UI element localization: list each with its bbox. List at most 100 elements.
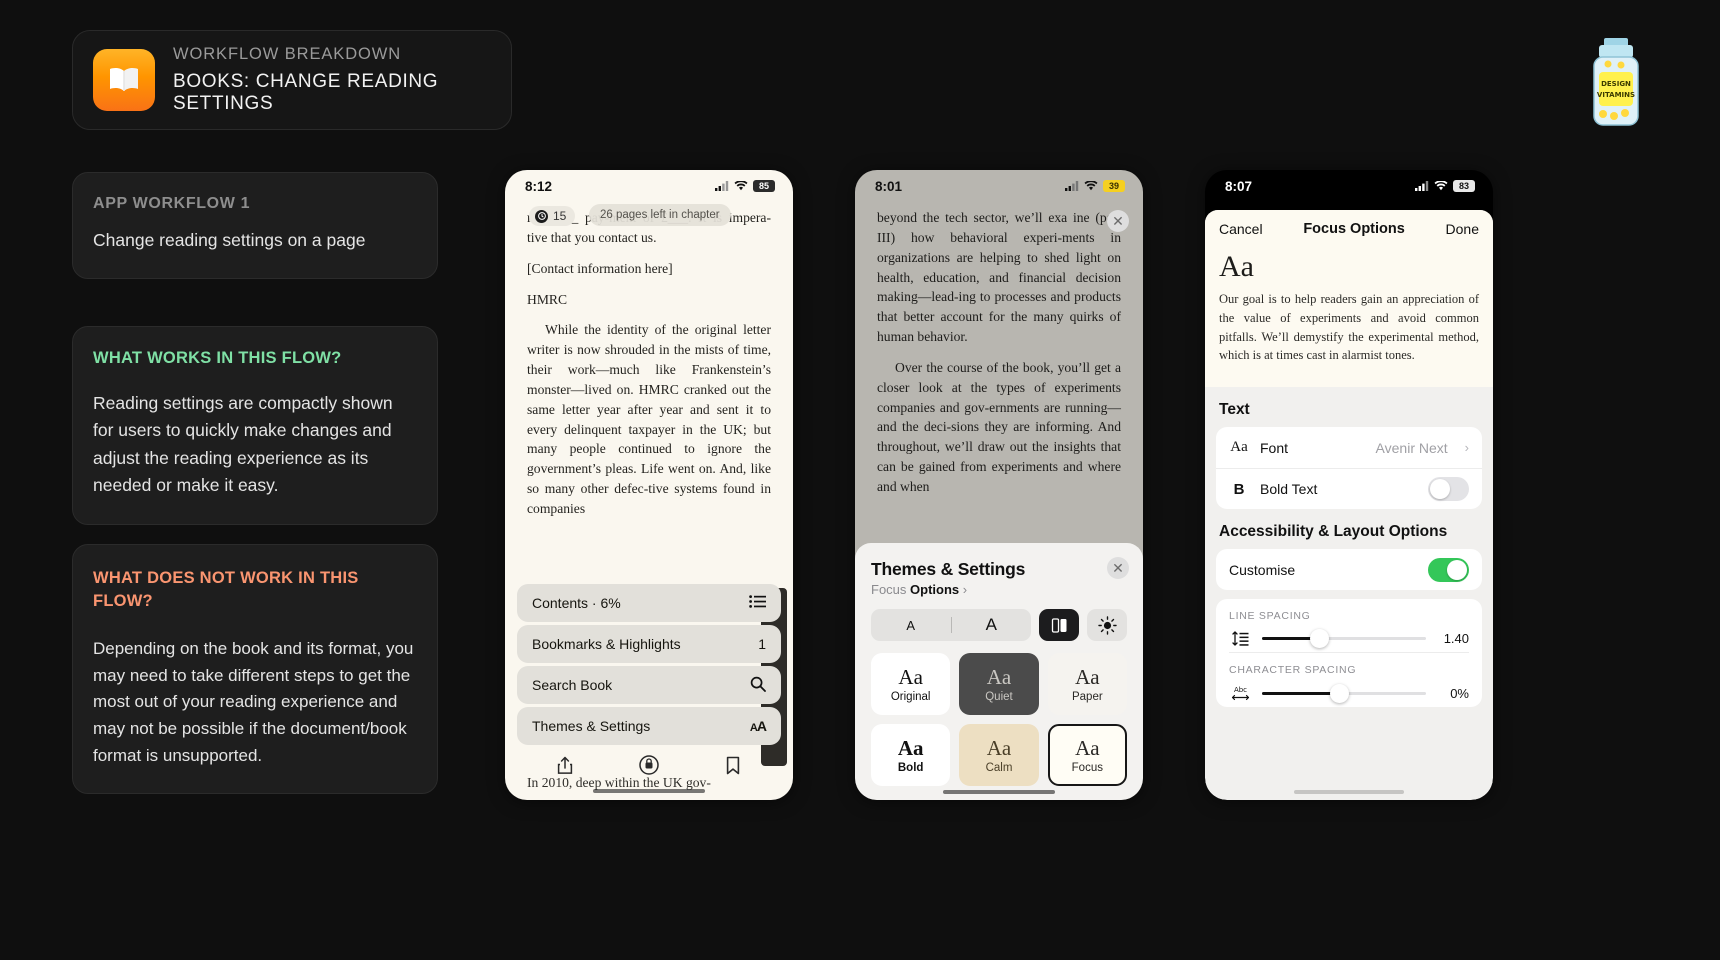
theme-card-paper[interactable]: Aa Paper [1047, 653, 1127, 715]
home-indicator [943, 790, 1055, 794]
theme-name: Focus [1071, 762, 1103, 774]
theme-name: Calm [985, 762, 1013, 774]
themes-settings-sheet: ✕ Themes & Settings Focus Options › A A [855, 543, 1143, 800]
line-spacing-value: 1.40 [1443, 631, 1469, 646]
menu-item-bookmarks[interactable]: Bookmarks & Highlights 1 [517, 625, 781, 663]
spacing-sliders-group: LINE SPACING 1.40 CHARACTER SPACING Abc … [1216, 599, 1482, 707]
close-icon[interactable]: ✕ [1107, 210, 1129, 232]
menu-item-label: Themes & Settings [532, 718, 651, 734]
customise-toggle[interactable] [1428, 557, 1469, 582]
header-title: BOOKS: CHANGE READING SETTINGS [173, 71, 439, 114]
list-icon [749, 595, 766, 611]
svg-text:VITAMINS: VITAMINS [1597, 91, 1635, 99]
wifi-icon [1084, 181, 1098, 191]
font-size-segment[interactable]: A A [871, 609, 1031, 641]
theme-sample: Aa [898, 665, 923, 689]
decrease-font-button[interactable]: A [871, 618, 951, 633]
book-page-tail: In 2010, deep within the UK gov- [505, 767, 793, 800]
annotation-card-not-works: WHAT DOES NOT WORK IN THIS FLOW? Dependi… [72, 544, 438, 795]
status-bar: 8:12 85 [505, 170, 793, 202]
row-label: Bold Text [1260, 481, 1318, 497]
workflow-header: WORKFLOW BREAKDOWN BOOKS: CHANGE READING… [72, 30, 512, 130]
design-vitamins-logo: DESIGN VITAMINS [1572, 36, 1660, 132]
page-paragraph: HMRC [527, 291, 568, 307]
theme-name: Quiet [985, 691, 1013, 703]
aa-icon: AA [749, 718, 767, 734]
character-spacing-value: 0% [1450, 685, 1469, 701]
sheet-title: Focus Options [1303, 221, 1405, 237]
page-progress-value: 15 [553, 209, 567, 223]
menu-item-themes[interactable]: Themes & Settings AA [517, 707, 781, 745]
status-time: 8:07 [1225, 178, 1253, 194]
menu-item-label: Contents · 6% [532, 595, 621, 611]
theme-card-focus[interactable]: Aa Focus [1047, 724, 1127, 786]
theme-name: Bold [897, 762, 924, 774]
status-bar: 8:01 39 [855, 170, 1143, 202]
row-customise[interactable]: Customise [1216, 549, 1482, 590]
chevron-right-icon: › [1464, 440, 1469, 455]
page-progress-badge[interactable]: 15 [529, 206, 576, 226]
slider-label: CHARACTER SPACING [1229, 664, 1357, 676]
home-indicator [593, 789, 705, 793]
row-label: Font [1260, 439, 1289, 456]
card-body: Change reading settings on a page [93, 230, 366, 250]
canvas: WORKFLOW BREAKDOWN BOOKS: CHANGE READING… [0, 0, 1720, 960]
menu-item-search[interactable]: Search Book [517, 666, 781, 704]
page-paragraph: beyond the tech sector, we’ll exa ine (p… [877, 210, 1121, 345]
cellular-icon [715, 181, 729, 191]
menu-item-contents[interactable]: Contents · 6% [517, 584, 781, 622]
page-paragraph: While the identity of the original lette… [527, 322, 771, 516]
row-value: Avenir Next [1375, 439, 1448, 456]
slider-row: Abc 0% [1229, 683, 1469, 703]
card-body-works: Reading settings are compactly shown for… [93, 393, 393, 496]
menu-item-label: Bookmarks & Highlights [532, 636, 681, 652]
row-font[interactable]: Aa Font Avenir Next › [1216, 427, 1482, 468]
font-preview: Aa Our goal is to help readers gain an a… [1205, 248, 1493, 387]
books-app-icon [93, 49, 155, 111]
character-spacing-slider[interactable] [1262, 683, 1426, 703]
sheet-sub-link: Options [910, 582, 960, 597]
brightness-icon[interactable] [1087, 609, 1127, 641]
page-layout-icon[interactable] [1039, 609, 1079, 641]
increase-font-button[interactable]: A [952, 615, 1032, 635]
text-size-controls: A A [871, 609, 1127, 641]
sheet-sub-prefix: Focus [871, 582, 907, 597]
done-button[interactable]: Done [1446, 221, 1479, 237]
header-texts: WORKFLOW BREAKDOWN BOOKS: CHANGE READING… [173, 45, 491, 115]
preview-body: Our goal is to help readers gain an appr… [1219, 292, 1479, 363]
phone-screenshot-3: 8:07 83 Cancel Focus Options Done Aa Our… [1205, 170, 1493, 800]
close-icon[interactable]: ✕ [1107, 557, 1129, 579]
theme-card-calm[interactable]: Aa Calm [959, 724, 1039, 786]
section-heading-accessibility: Accessibility & Layout Options [1219, 523, 1448, 540]
character-spacing-block: CHARACTER SPACING Abc 0% [1216, 653, 1482, 707]
theme-card-quiet[interactable]: Aa Quiet [959, 653, 1039, 715]
theme-sample: Aa [986, 736, 1012, 760]
status-time: 8:01 [875, 178, 903, 194]
svg-text:DESIGN: DESIGN [1601, 80, 1631, 88]
customise-group: Customise [1216, 549, 1482, 590]
page-paragraph: Over the course of the book, you’ll get … [877, 359, 1121, 494]
phone-screenshot-2: 8:01 39 beyond the tech sector, we’ll ex… [855, 170, 1143, 800]
status-time: 8:12 [525, 178, 553, 194]
pages-left-tooltip: 26 pages left in chapter [589, 204, 731, 226]
preview-sample: Aa [1219, 250, 1254, 283]
cancel-button[interactable]: Cancel [1219, 221, 1263, 237]
status-icons: 83 [1415, 180, 1475, 192]
annotation-card-workflow: APP WORKFLOW 1 Change reading settings o… [72, 172, 438, 280]
sheet-subtitle[interactable]: Focus Options › [871, 582, 1127, 597]
theme-card-bold[interactable]: Aa Bold [871, 724, 951, 786]
theme-sample: Aa [1075, 736, 1100, 760]
card-title-works: WHAT WORKS IN THIS FLOW? [93, 349, 342, 367]
header-kicker: WORKFLOW BREAKDOWN [173, 45, 402, 63]
status-icons: 39 [1065, 180, 1125, 192]
line-spacing-slider[interactable] [1262, 629, 1426, 648]
cellular-icon [1065, 181, 1079, 191]
status-bar: 8:07 83 [1205, 170, 1493, 202]
reading-menu: Contents · 6% Bookmarks & Highlights 1 S… [517, 584, 781, 748]
book-page-text: beyond the tech sector, we’ll exa ine (p… [855, 202, 1143, 497]
bold-text-toggle[interactable] [1428, 477, 1469, 501]
menu-item-count: 1 [758, 636, 766, 652]
search-icon [750, 676, 766, 695]
row-bold-text[interactable]: B Bold Text [1216, 468, 1482, 509]
theme-card-original[interactable]: Aa Original [871, 653, 951, 715]
